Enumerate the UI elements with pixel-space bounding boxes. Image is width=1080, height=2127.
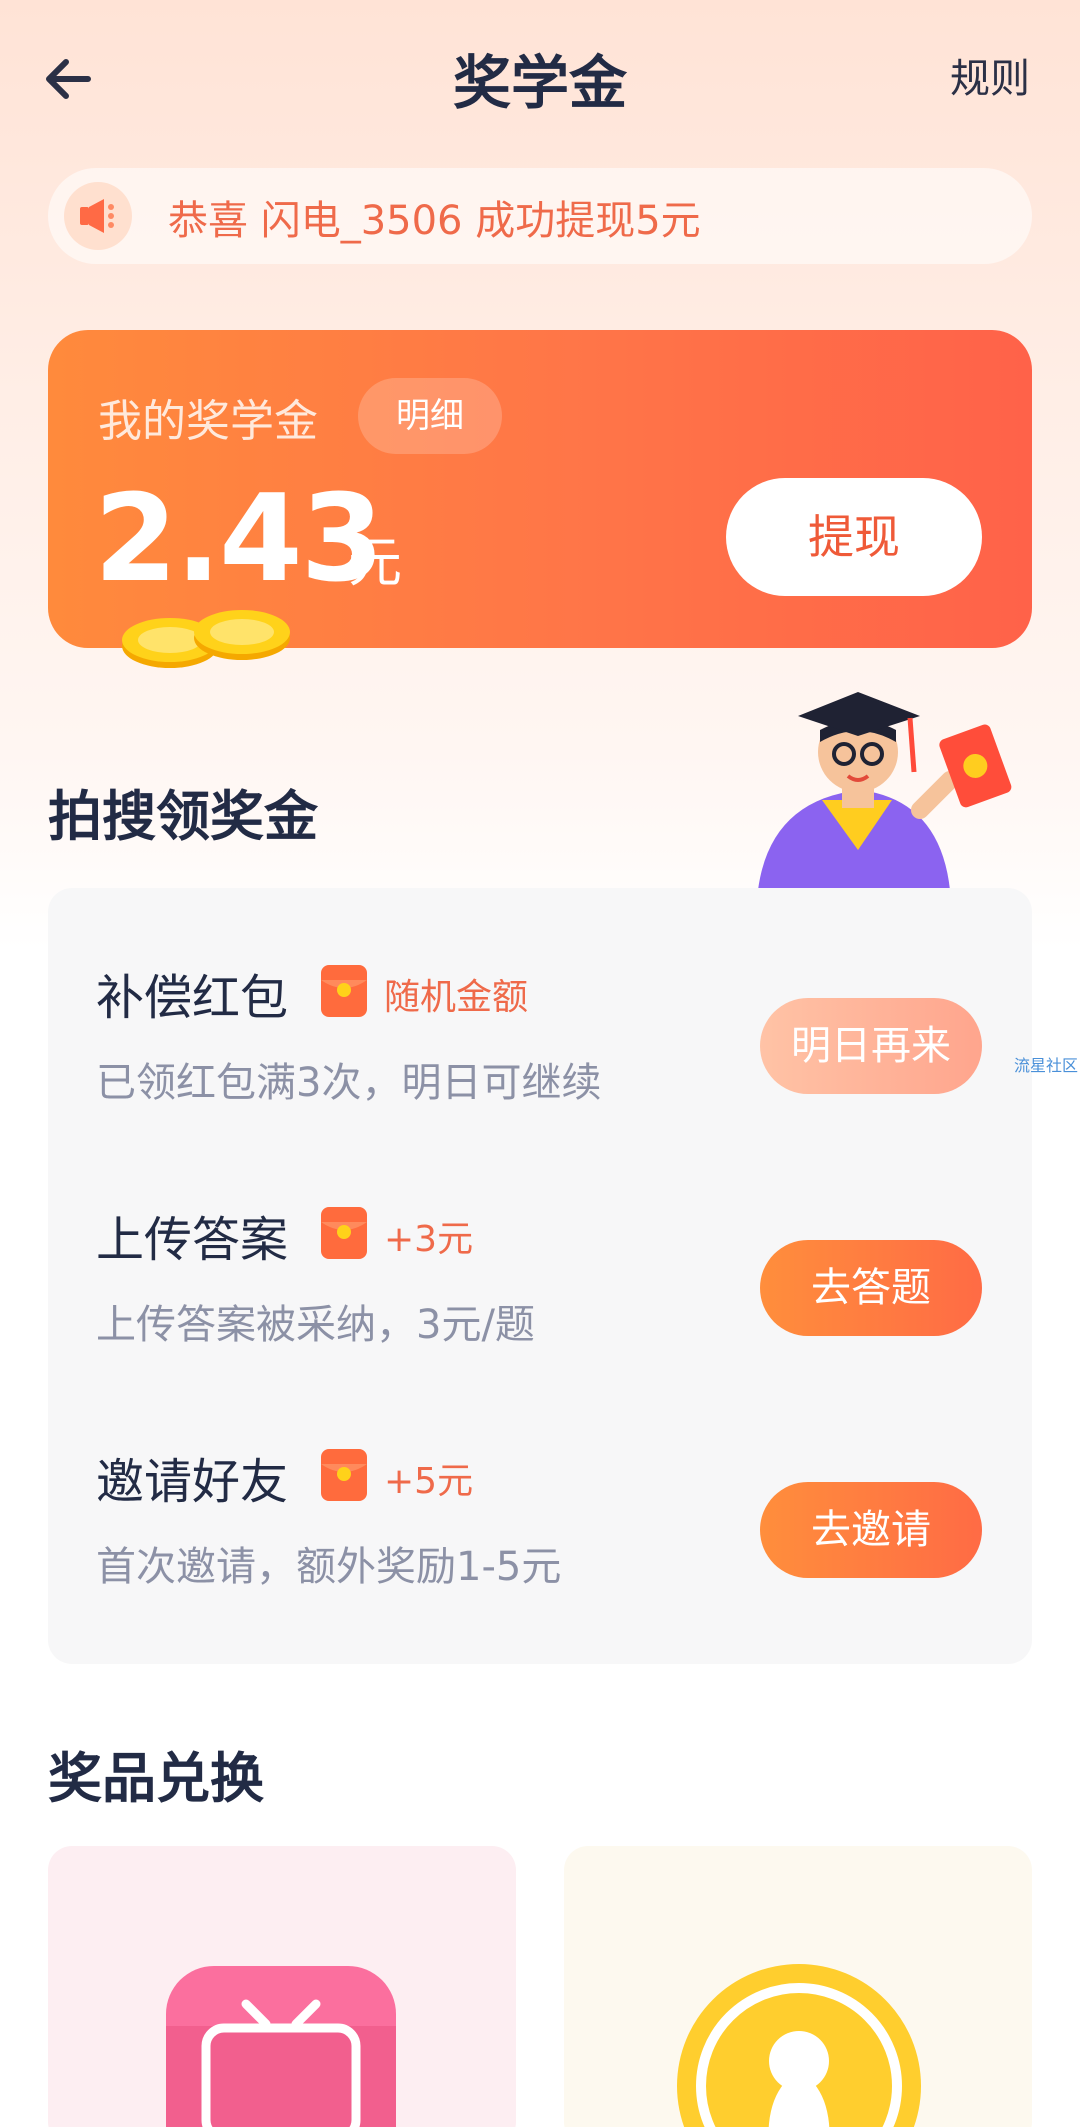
megaphone-icon bbox=[64, 182, 132, 250]
balance-card: 我的奖学金 明细 2.43 元 提现 bbox=[48, 330, 1032, 648]
task-row: 邀请好友 +5元 首次邀请，额外奖励1-5元 去邀请 bbox=[48, 1442, 1032, 1642]
prize-section-title: 奖品兑换 bbox=[48, 1747, 264, 1810]
page-title: 奖学金 bbox=[452, 49, 627, 117]
gold-coins-icon bbox=[120, 606, 300, 676]
prize-card-bilibili[interactable] bbox=[48, 1846, 516, 2127]
red-envelope-icon bbox=[320, 1448, 368, 1502]
task-reward: +5元 bbox=[384, 1461, 474, 1502]
go-answer-button[interactable]: 去答题 bbox=[760, 1240, 982, 1336]
balance-amount: 2.43 bbox=[94, 470, 384, 609]
red-envelope-icon bbox=[320, 964, 368, 1018]
red-envelope-icon bbox=[320, 1206, 368, 1260]
winner-notice-bar: 恭喜 闪电_3506 成功提现5元 bbox=[48, 168, 1032, 264]
tasks-section-title: 拍搜领奖金 bbox=[48, 785, 318, 848]
winner-notice-text: 恭喜 闪电_3506 成功提现5元 bbox=[168, 198, 701, 244]
task-reward: 随机金额 bbox=[384, 977, 529, 1018]
balance-label: 我的奖学金 bbox=[98, 396, 318, 447]
prize-card-qq[interactable] bbox=[564, 1846, 1032, 2127]
task-row: 上传答案 +3元 上传答案被采纳，3元/题 去答题 bbox=[48, 1200, 1032, 1400]
task-list-card: 补偿红包 随机金额 已领红包满3次，明日可继续 明日再来 上传答案 +3元 上传… bbox=[48, 888, 1032, 1664]
task-reward: +3元 bbox=[384, 1219, 474, 1260]
task-description: 首次邀请，额外奖励1-5元 bbox=[96, 1544, 562, 1590]
task-row: 补偿红包 随机金额 已领红包满3次，明日可继续 明日再来 bbox=[48, 958, 1032, 1158]
go-invite-button[interactable]: 去邀请 bbox=[760, 1482, 982, 1578]
balance-unit: 元 bbox=[348, 531, 402, 594]
graduate-mascot-icon bbox=[750, 690, 1040, 890]
detail-button[interactable]: 明细 bbox=[358, 378, 502, 454]
task-name: 补偿红包 bbox=[96, 970, 289, 1026]
task-description: 已领红包满3次，明日可继续 bbox=[96, 1060, 602, 1106]
watermark-text: 流星社区 bbox=[1014, 1056, 1079, 1075]
task-name: 上传答案 bbox=[96, 1212, 289, 1268]
qq-logo-icon bbox=[674, 1961, 924, 2127]
come-back-tomorrow-button[interactable]: 明日再来 bbox=[760, 998, 982, 1094]
bilibili-logo-icon bbox=[166, 1966, 396, 2127]
scholarship-page: 奖学金 规则 恭喜 闪电_3506 成功提现5元 我的奖学金 明细 2.43 元… bbox=[0, 0, 1080, 2127]
task-description: 上传答案被采纳，3元/题 bbox=[96, 1302, 535, 1348]
task-name: 邀请好友 bbox=[96, 1454, 289, 1510]
rules-link[interactable]: 规则 bbox=[950, 46, 1030, 104]
withdraw-button[interactable]: 提现 bbox=[726, 478, 982, 596]
